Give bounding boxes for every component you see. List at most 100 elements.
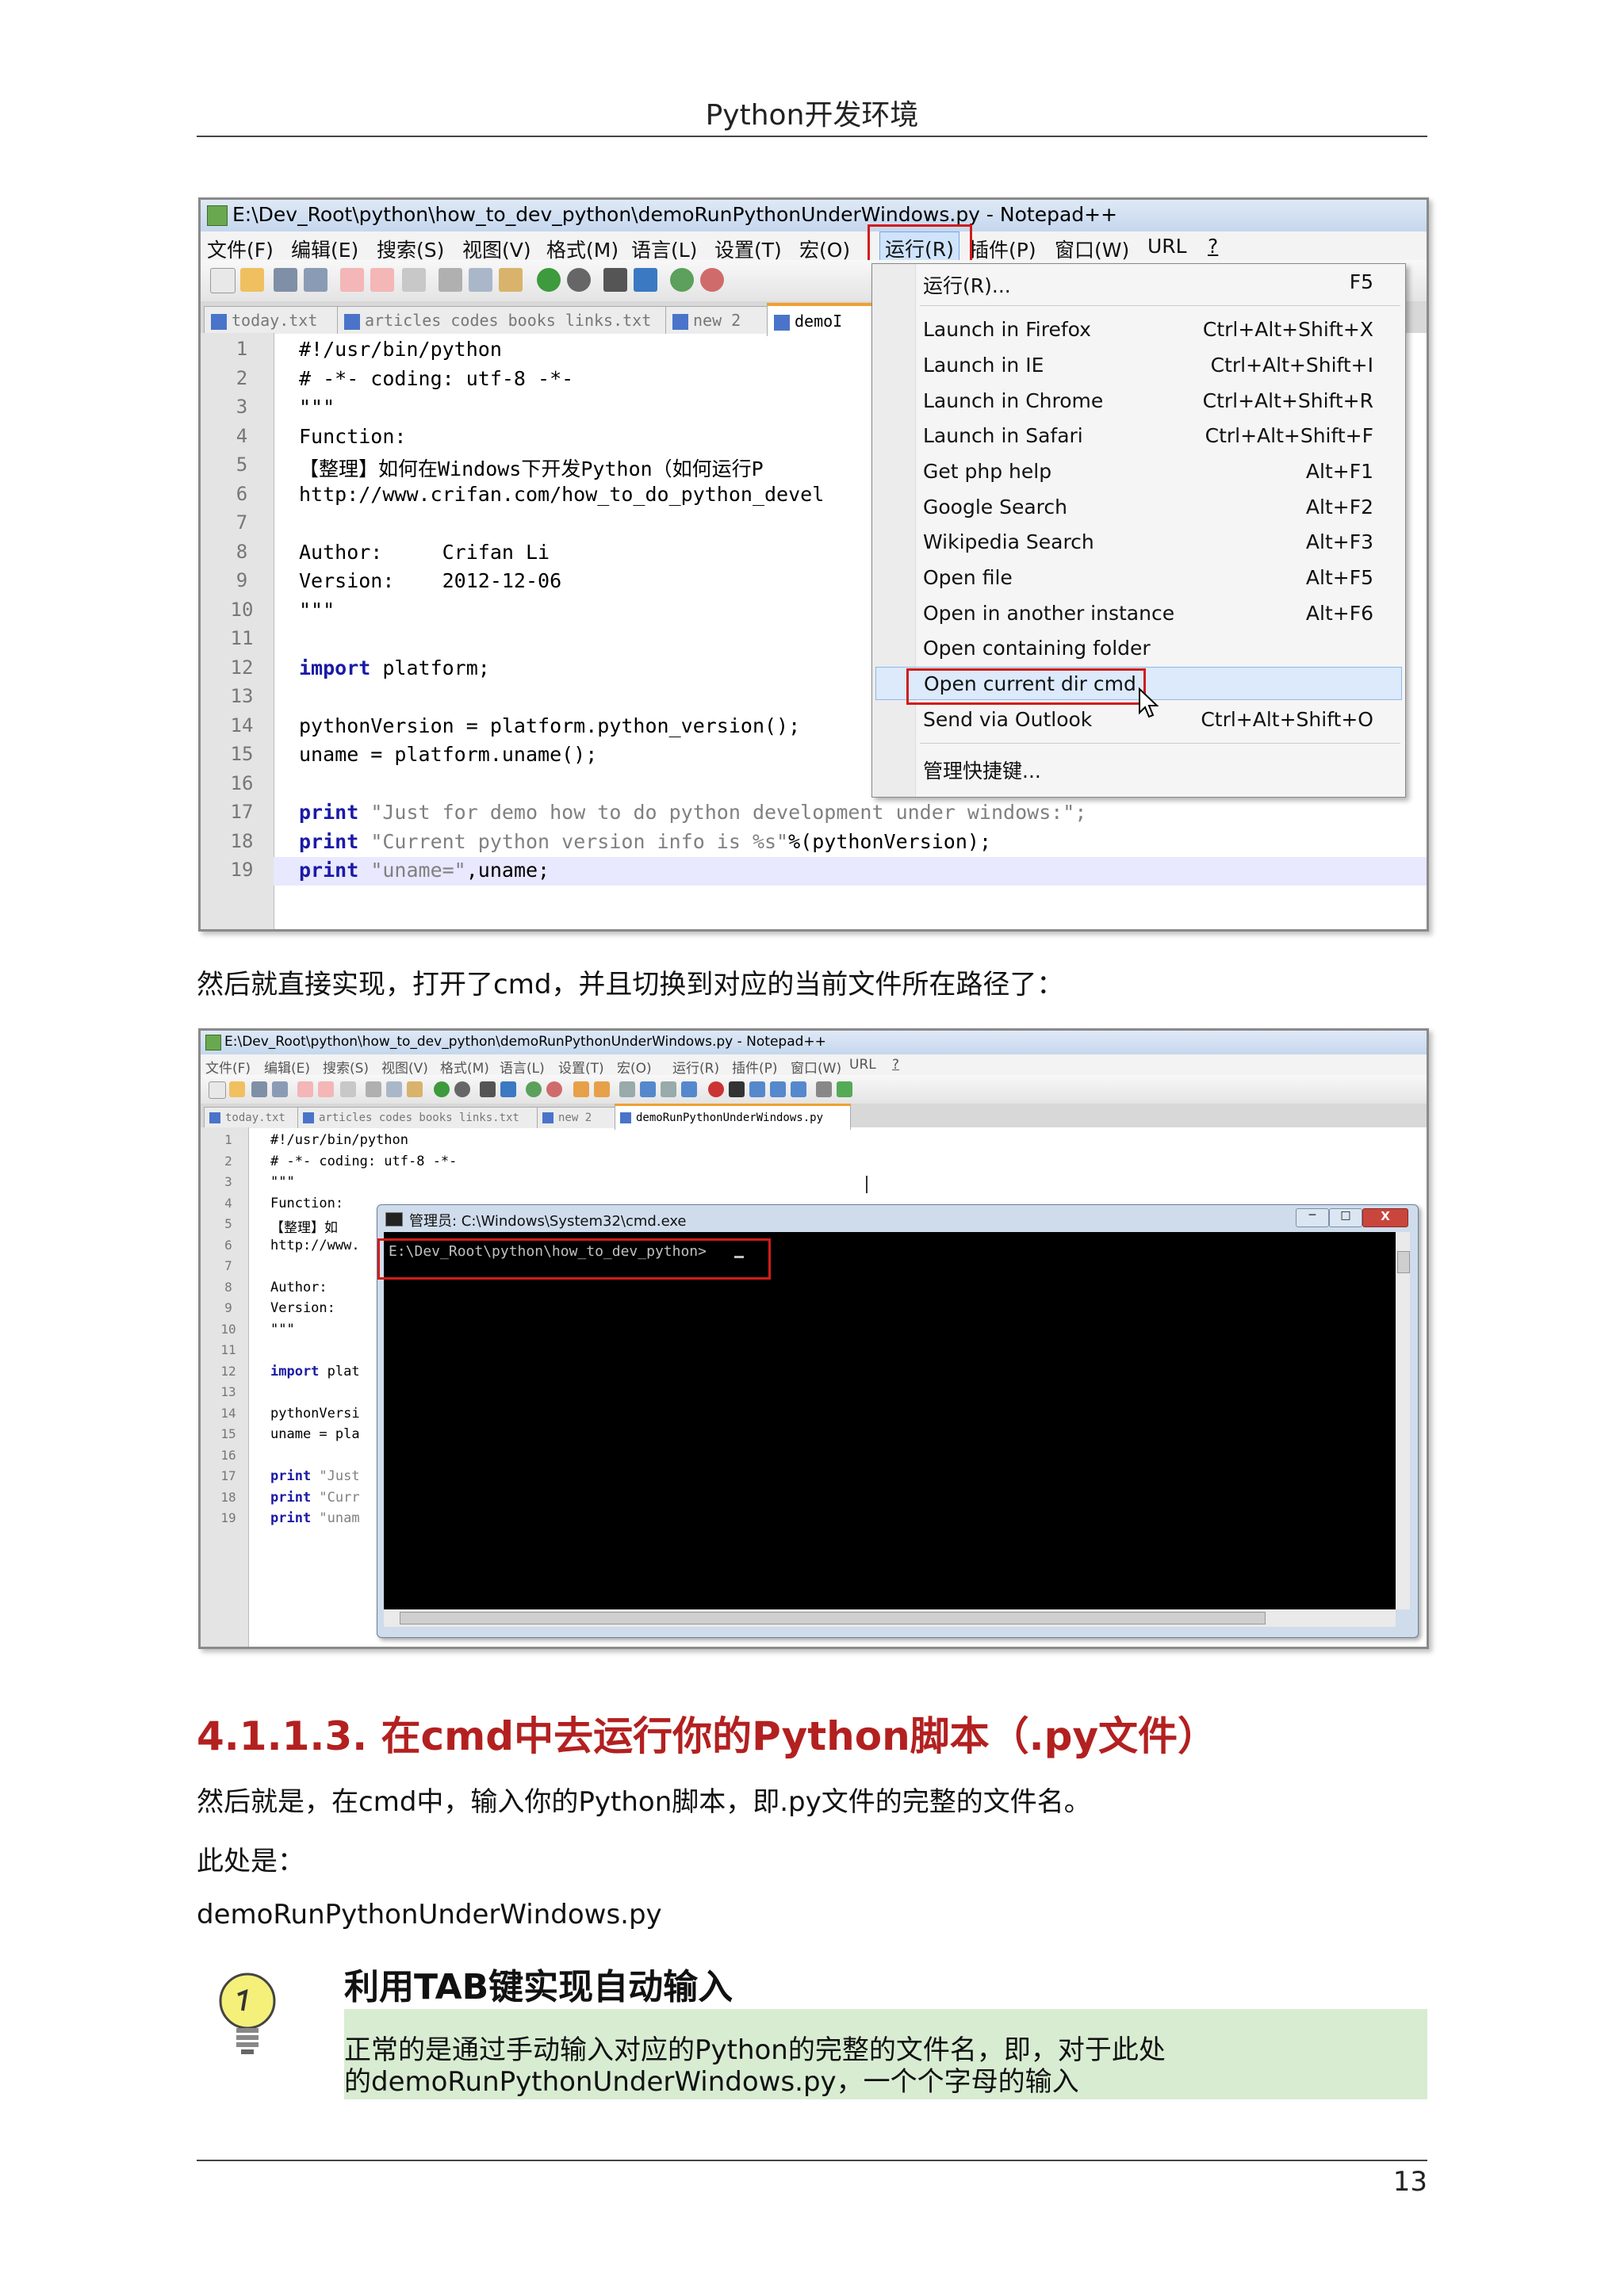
cmd-window[interactable]: 管理员: C:\Windows\System32\cmd.exe ─ □ X E…	[377, 1204, 1419, 1638]
menu-settings[interactable]: 设置(T)	[558, 1057, 604, 1077]
close-all-icon[interactable]	[370, 268, 394, 292]
zoom-in-icon[interactable]	[670, 268, 694, 292]
maximize-button[interactable]: □	[1329, 1208, 1362, 1227]
close-icon[interactable]	[340, 268, 364, 292]
menu-language[interactable]: 语言(L)	[500, 1057, 545, 1077]
menu-run[interactable]: 运行(R)	[672, 1057, 719, 1077]
menu-format[interactable]: 格式(M)	[440, 1057, 489, 1077]
tab-new-2[interactable]: new 2	[537, 1107, 616, 1128]
paste-icon[interactable]	[499, 268, 523, 292]
menu-file[interactable]: 文件(F)	[207, 235, 274, 263]
menu-language[interactable]: 语言(L)	[631, 235, 697, 263]
tab-demo-active[interactable]: demoRunPythonUnderWindows.py	[615, 1104, 851, 1130]
menu-plugins[interactable]: 插件(P)	[732, 1057, 778, 1077]
cmd-console[interactable]: E:\Dev_Root\python\how_to_dev_python>	[384, 1232, 1396, 1609]
menu-macro[interactable]: 宏(O)	[799, 235, 850, 263]
spell-check-icon[interactable]	[837, 1081, 852, 1097]
menu-help[interactable]: ?	[892, 1057, 899, 1073]
open-folder-icon[interactable]	[229, 1081, 245, 1097]
menu-edit[interactable]: 编辑(E)	[291, 235, 358, 263]
save-all-icon[interactable]	[304, 268, 327, 292]
cut-icon[interactable]	[366, 1081, 381, 1097]
document-map-icon[interactable]	[681, 1081, 697, 1097]
run-menu-item-manage-shortcuts[interactable]: 管理快捷键...	[872, 756, 1405, 787]
copy-icon[interactable]	[469, 268, 492, 292]
sync-horizontal-icon[interactable]	[594, 1081, 610, 1097]
replace-icon[interactable]	[634, 268, 657, 292]
run-menu-item-google-search[interactable]: Google Search Alt+F2	[872, 496, 1405, 527]
run-menu-item-open-containing-folder[interactable]: Open containing folder	[872, 637, 1405, 668]
run-menu-item-wikipedia-search[interactable]: Wikipedia Search Alt+F3	[872, 530, 1405, 562]
close-icon[interactable]	[297, 1081, 313, 1097]
tab-today-txt[interactable]: today.txt	[204, 1107, 299, 1128]
menu-plugins[interactable]: 插件(P)	[969, 235, 1036, 263]
word-wrap-icon[interactable]	[619, 1081, 635, 1097]
undo-icon[interactable]	[537, 268, 561, 292]
save-icon[interactable]	[274, 268, 297, 292]
play-macro-icon[interactable]	[749, 1081, 765, 1097]
menu-help[interactable]: ?	[1208, 235, 1218, 258]
run-menu-item-chrome[interactable]: Launch in Chrome Ctrl+Alt+Shift+R	[872, 389, 1405, 421]
print-icon[interactable]	[402, 268, 426, 292]
record-macro-icon[interactable]	[708, 1081, 724, 1097]
plugin-icon[interactable]	[816, 1081, 832, 1097]
menu-edit[interactable]: 编辑(E)	[264, 1057, 310, 1077]
tab-articles[interactable]: articles codes books links.txt	[297, 1107, 538, 1128]
menu-window[interactable]: 窗口(W)	[791, 1057, 841, 1077]
run-macro-multiple-icon[interactable]	[770, 1081, 786, 1097]
tab-new-2[interactable]: new 2	[665, 306, 770, 334]
zoom-in-icon[interactable]	[526, 1081, 542, 1097]
find-icon[interactable]	[480, 1081, 496, 1097]
text-cursor-icon	[866, 1176, 868, 1193]
redo-icon[interactable]	[567, 268, 591, 292]
stop-macro-icon[interactable]	[729, 1081, 745, 1097]
new-file-icon[interactable]	[210, 268, 236, 293]
tab-demo-active[interactable]: demoI	[767, 303, 886, 336]
menu-settings[interactable]: 设置(T)	[714, 235, 782, 263]
menu-search[interactable]: 搜索(S)	[377, 235, 444, 263]
find-icon[interactable]	[603, 268, 627, 292]
scrollbar-thumb[interactable]	[400, 1612, 1266, 1624]
save-icon[interactable]	[251, 1081, 267, 1097]
menu-view[interactable]: 视图(V)	[381, 1057, 428, 1077]
cut-icon[interactable]	[439, 268, 462, 292]
run-menu-item-php-help[interactable]: Get php help Alt+F1	[872, 460, 1405, 492]
tab-today-txt[interactable]: today.txt	[204, 306, 340, 334]
open-folder-icon[interactable]	[240, 268, 264, 292]
horizontal-scrollbar[interactable]	[384, 1609, 1396, 1627]
menu-url[interactable]: URL	[1147, 235, 1187, 258]
menu-window[interactable]: 窗口(W)	[1055, 235, 1129, 263]
show-symbols-icon[interactable]	[640, 1081, 656, 1097]
vertical-scrollbar[interactable]	[1396, 1232, 1410, 1609]
run-menu-item-open-file[interactable]: Open file Alt+F5	[872, 566, 1405, 598]
zoom-out-icon[interactable]	[700, 268, 724, 292]
save-all-icon[interactable]	[272, 1081, 288, 1097]
run-menu-item-safari[interactable]: Launch in Safari Ctrl+Alt+Shift+F	[872, 424, 1405, 456]
indent-guide-icon[interactable]	[661, 1081, 676, 1097]
menu-macro[interactable]: 宏(O)	[617, 1057, 652, 1077]
print-icon[interactable]	[340, 1081, 356, 1097]
sync-vertical-icon[interactable]	[573, 1081, 589, 1097]
close-button[interactable]: X	[1362, 1208, 1408, 1227]
tab-articles[interactable]: articles codes books links.txt	[337, 306, 668, 334]
menu-url[interactable]: URL	[849, 1057, 876, 1073]
run-menu-item-firefox[interactable]: Launch in Firefox Ctrl+Alt+Shift+X	[872, 318, 1405, 350]
run-menu-item-run[interactable]: 运行(R)... F5	[872, 270, 1405, 302]
new-file-icon[interactable]	[209, 1081, 226, 1099]
paste-icon[interactable]	[407, 1081, 423, 1097]
replace-icon[interactable]	[500, 1081, 516, 1097]
run-menu-item-open-another-instance[interactable]: Open in another instance Alt+F6	[872, 602, 1405, 633]
redo-icon[interactable]	[454, 1081, 470, 1097]
run-menu-item-ie[interactable]: Launch in IE Ctrl+Alt+Shift+I	[872, 354, 1405, 385]
menu-search[interactable]: 搜索(S)	[323, 1057, 369, 1077]
menu-view[interactable]: 视图(V)	[462, 235, 531, 263]
minimize-button[interactable]: ─	[1296, 1208, 1329, 1227]
menu-format[interactable]: 格式(M)	[546, 235, 619, 263]
undo-icon[interactable]	[434, 1081, 450, 1097]
save-macro-icon[interactable]	[791, 1081, 806, 1097]
menu-file[interactable]: 文件(F)	[205, 1057, 251, 1077]
close-all-icon[interactable]	[318, 1081, 334, 1097]
copy-icon[interactable]	[386, 1081, 402, 1097]
scrollbar-thumb[interactable]	[1397, 1251, 1410, 1273]
zoom-out-icon[interactable]	[546, 1081, 562, 1097]
